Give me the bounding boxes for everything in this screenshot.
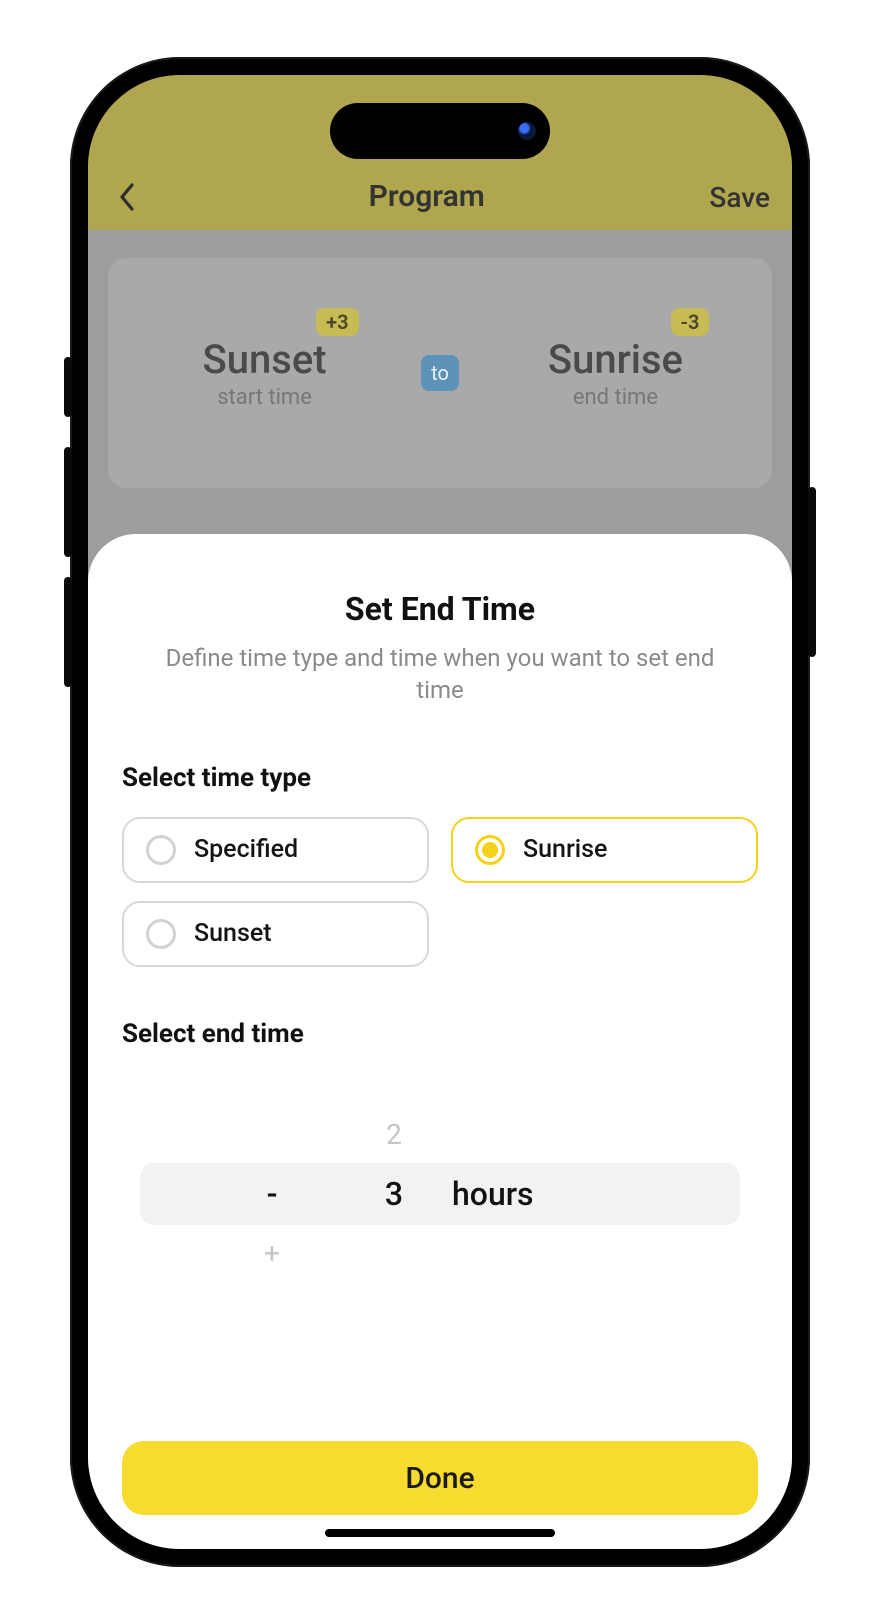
- back-button[interactable]: [110, 180, 144, 214]
- start-offset-badge: +3: [316, 308, 358, 336]
- picker-value-column[interactable]: 2 3 .: [354, 1089, 434, 1299]
- dynamic-island: [330, 103, 550, 159]
- front-camera-icon: [518, 122, 536, 140]
- picker-unit-label: hours: [452, 1175, 592, 1213]
- picker-sign-column[interactable]: . - +: [232, 1089, 312, 1299]
- to-chip: to: [421, 355, 459, 391]
- radio-icon: [146, 835, 176, 865]
- phone-frame: Program Save +3 Sunset start time to -3: [70, 57, 810, 1567]
- phone-side-button: [64, 357, 72, 417]
- option-label: Sunrise: [523, 835, 607, 864]
- option-sunrise[interactable]: Sunrise: [451, 817, 758, 883]
- phone-side-button: [64, 447, 72, 557]
- radio-icon: [146, 919, 176, 949]
- schedule-summary-card: +3 Sunset start time to -3 Sunrise end t…: [108, 258, 772, 488]
- picker-value-selected: 3: [385, 1175, 403, 1213]
- set-end-time-sheet: Set End Time Define time type and time w…: [88, 534, 792, 1549]
- done-button[interactable]: Done: [122, 1441, 758, 1515]
- offset-picker[interactable]: . - + 2 3 . . hours .: [122, 1089, 758, 1299]
- picker-unit-column: . hours .: [452, 1089, 592, 1299]
- phone-side-button: [808, 487, 816, 657]
- start-time-block[interactable]: +3 Sunset start time: [165, 336, 365, 410]
- end-time-subtitle: end time: [515, 385, 715, 410]
- phone-screen: Program Save +3 Sunset start time to -3: [88, 75, 792, 1549]
- option-label: Sunset: [194, 919, 272, 948]
- select-time-type-label: Select time type: [122, 763, 758, 793]
- end-time-block[interactable]: -3 Sunrise end time: [515, 336, 715, 410]
- option-specified[interactable]: Specified: [122, 817, 429, 883]
- page-title: Program: [369, 179, 485, 214]
- picker-sign-next: +: [264, 1237, 280, 1270]
- radio-icon: [475, 835, 505, 865]
- time-type-options: Specified Sunrise Sunset: [122, 817, 758, 967]
- option-label: Specified: [194, 835, 298, 864]
- option-sunset[interactable]: Sunset: [122, 901, 429, 967]
- start-time-subtitle: start time: [165, 385, 365, 410]
- phone-side-button: [64, 577, 72, 687]
- picker-sign-selected: -: [267, 1175, 278, 1213]
- home-indicator[interactable]: [325, 1529, 555, 1537]
- picker-value-prev: 2: [386, 1118, 402, 1151]
- end-offset-badge: -3: [671, 308, 710, 336]
- save-button[interactable]: Save: [709, 181, 770, 214]
- start-time-title: Sunset: [165, 336, 365, 383]
- select-end-time-label: Select end time: [122, 1019, 758, 1049]
- sheet-subtitle: Define time type and time when you want …: [122, 642, 758, 707]
- picker-selection-highlight: [140, 1163, 740, 1225]
- chevron-left-icon: [119, 183, 135, 211]
- end-time-title: Sunrise: [515, 336, 715, 383]
- sheet-title: Set End Time: [122, 590, 758, 628]
